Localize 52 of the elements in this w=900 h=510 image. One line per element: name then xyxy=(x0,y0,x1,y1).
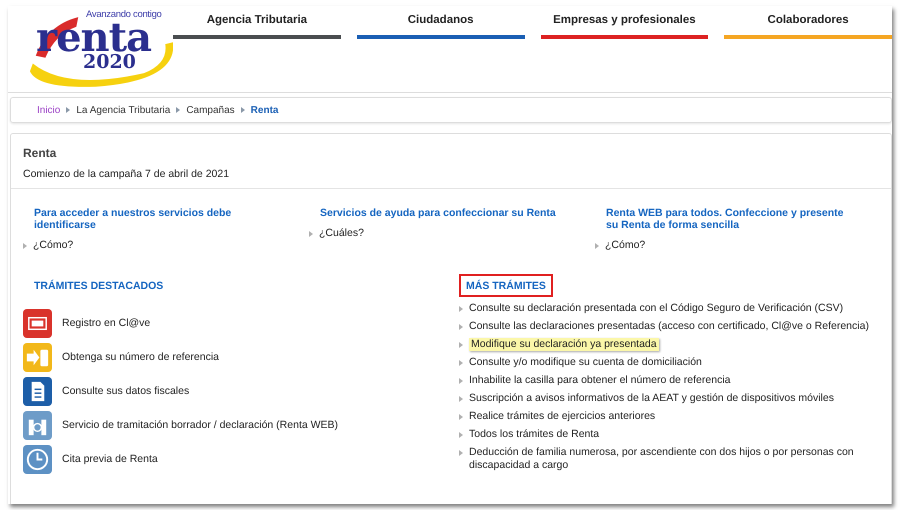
page-title: Renta xyxy=(23,146,58,160)
nav-tab[interactable]: Ciudadanos xyxy=(356,6,524,39)
bullet-icon xyxy=(459,324,463,330)
bullet-icon xyxy=(459,342,463,348)
nav-tab[interactable]: Agencia Tributaria xyxy=(173,6,341,39)
service-heading-link[interactable]: Para acceder a nuestros servicios debe identificarse xyxy=(23,207,285,231)
procedure-link[interactable]: Modifique su declaración ya presentada xyxy=(469,338,659,351)
chevron-icon xyxy=(240,107,245,113)
procedure-link[interactable]: Consulte su declaración presentada con el Código Seguro de Verificación (CSV) xyxy=(469,302,844,315)
service-heading-link[interactable]: Servicios de ayuda para confeccionar su Renta xyxy=(309,207,571,219)
procedure-link[interactable]: Registro en Cl@ve xyxy=(62,317,150,329)
bullet-icon xyxy=(459,378,463,384)
document-icon[interactable] xyxy=(23,376,52,406)
breadcrumb-link[interactable]: Inicio xyxy=(37,104,60,116)
nav-tab[interactable]: Empresas y profesionales xyxy=(540,6,708,39)
procedure-link[interactable]: Todos los trámites de Renta xyxy=(469,428,600,441)
breadcrumb-link[interactable]: Renta xyxy=(250,104,278,116)
service-link[interactable]: ¿Cómo? xyxy=(33,239,74,252)
bullet-icon xyxy=(459,450,463,456)
procedure-link[interactable]: Consulte y/o modifique su cuenta de domiciliación xyxy=(469,356,702,369)
procedure-link[interactable]: Realice trámites de ejercicios anteriores xyxy=(469,410,656,423)
bullet-icon xyxy=(309,231,313,237)
bullet-icon xyxy=(459,414,463,420)
web-icon[interactable] xyxy=(23,410,52,440)
bullet-icon xyxy=(595,243,599,249)
procedure-link[interactable]: Suscripción a avisos informativos de la AEAT y gestión de dispositivos móviles xyxy=(469,392,834,405)
chevron-icon xyxy=(66,107,70,113)
procedure-link[interactable]: Consulte sus datos fiscales xyxy=(62,385,190,397)
bullet-icon xyxy=(23,243,27,249)
bullet-icon xyxy=(459,360,463,366)
breadcrumb-link[interactable]: Campañas xyxy=(186,104,235,116)
procedure-link[interactable]: Consulte las declaraciones presentadas (acceso con certificado, Cl@ve o Referencia) xyxy=(469,320,869,333)
service-heading-link[interactable]: Renta WEB para todos. Confeccione y presente su Renta de forma sencilla xyxy=(595,207,857,231)
breadcrumb-link[interactable]: La Agencia Tributaria xyxy=(76,104,170,116)
phone-icon[interactable] xyxy=(23,342,52,372)
section-heading: TRÁMITES DESTACADOS xyxy=(33,278,164,294)
procedure-link[interactable]: Deducción de familia numerosa, por ascendiente con dos hijos o por personas con discapacidad a cargo xyxy=(469,446,881,472)
page-subtitle: Comienzo de la campaña 7 de abril de 2021 xyxy=(23,168,230,180)
service-link[interactable]: ¿Cuáles? xyxy=(319,227,364,240)
section-heading: MÁS TRÁMITES xyxy=(459,274,553,297)
clock-icon[interactable] xyxy=(23,444,52,474)
bullet-icon xyxy=(459,396,463,402)
pin-icon[interactable] xyxy=(23,308,52,338)
service-link[interactable]: ¿Cómo? xyxy=(605,239,646,252)
procedure-link[interactable]: Inhabilite la casilla para obtener el número de referencia xyxy=(469,374,730,387)
procedure-link[interactable]: Cita previa de Renta xyxy=(62,453,158,465)
procedure-link[interactable]: Servicio de tramitación borrador / declaración (Renta WEB) xyxy=(62,419,338,431)
bullet-icon xyxy=(459,432,463,438)
bullet-icon xyxy=(459,306,463,312)
chevron-icon xyxy=(176,107,180,113)
procedure-link[interactable]: Obtenga su número de referencia xyxy=(62,351,220,363)
nav-tab[interactable]: Colaboradores xyxy=(724,6,892,39)
